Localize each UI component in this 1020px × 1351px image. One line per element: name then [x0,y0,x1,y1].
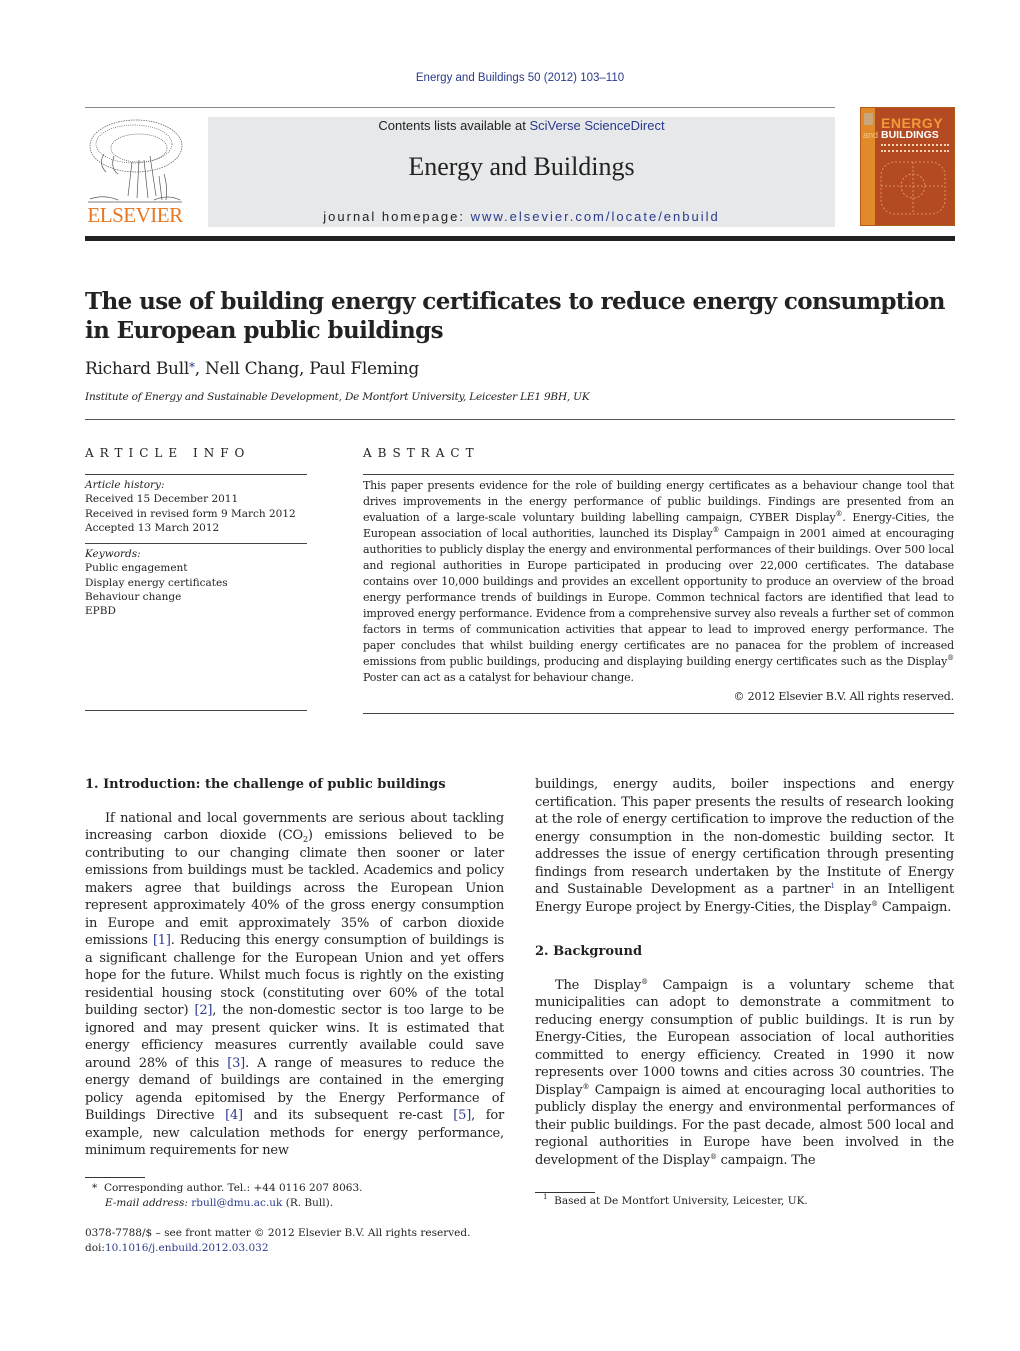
author-name[interactable]: Nell Chang [205,359,299,379]
elsevier-wordmark: ELSEVIER [87,203,183,227]
keywords-title: Keywords: [85,548,141,561]
running-head[interactable]: Energy and Buildings 50 (2012) 103–110 [0,72,1020,84]
journal-homepage-line: journal homepage: www.elsevier.com/locat… [323,209,720,224]
doi-line: doi:10.1016/j.enbuild.2012.03.032 [85,1241,269,1254]
abstract-copyright: © 2012 Elsevier B.V. All rights reserved… [733,690,954,703]
abstract-text: This paper presents evidence for the rol… [363,479,955,684]
article-info-panel: Article history: Received 15 December 20… [85,474,307,711]
email-link[interactable]: rbull@dmu.ac.uk [191,1197,282,1209]
history-item: Accepted 13 March 2012 [85,521,220,534]
affiliation: Institute of Energy and Sustainable Deve… [85,391,590,403]
footnotes-left: * Corresponding author. Tel.: +44 0116 2… [92,1181,362,1210]
keyword-item: Behaviour change [85,591,182,604]
journal-citation-link[interactable]: Energy and Buildings 50 (2012) 103–110 [416,72,624,84]
article-history-title: Article history: [85,479,165,491]
elsevier-tree-icon [88,119,183,203]
citation-link[interactable]: [1] [153,933,171,948]
body-column-left: 1. Introduction: the challenge of public… [85,776,504,1160]
divider [363,713,954,714]
cover-title-buildings: BUILDINGS [881,129,939,141]
abstract-panel: This paper presents evidence for the rol… [363,474,954,714]
header-thick-rule [85,236,955,241]
article-history: Article history: Received 15 December 20… [85,475,307,543]
elsevier-logo[interactable]: ELSEVIER [84,116,186,228]
citation-link[interactable]: [3] [227,1056,245,1071]
divider [85,710,307,711]
abstract-heading: ABSTRACT [363,446,480,460]
header-divider [85,107,835,108]
section-heading-background: 2. Background [535,944,643,959]
contents-available-line: Contents lists available at SciVerse Sci… [378,118,665,133]
history-item: Received 15 December 2011 [85,493,239,506]
author-list: Richard Bull*, Nell Chang, Paul Fleming [85,359,419,379]
cover-publisher-badge [864,113,873,125]
journal-masthead: Contents lists available at SciVerse Sci… [208,117,835,227]
sciencedirect-link[interactable]: SciVerse ScienceDirect [529,118,664,133]
front-matter: 0378-7788/$ – see front matter © 2012 El… [85,1226,470,1255]
cover-subtitle-lines [881,144,949,152]
keyword-item: EPBD [85,605,116,618]
journal-cover-thumbnail[interactable]: ENERGY and BUILDINGS [860,107,955,226]
corresponding-author-note: * Corresponding author. Tel.: +44 0116 2… [92,1182,363,1194]
history-item: Received in revised form 9 March 2012 [85,507,296,520]
author-name[interactable]: Paul Fleming [309,359,419,379]
journal-title: Energy and Buildings [408,152,635,181]
email-note: E-mail address: rbull@dmu.ac.uk (R. Bull… [105,1196,334,1209]
author-name[interactable]: Richard Bull [85,359,189,379]
body-paragraph: buildings, energy audits, boiler inspect… [535,777,954,915]
citation-link[interactable]: [2] [194,1003,212,1018]
front-matter-line: 0378-7788/$ – see front matter © 2012 El… [85,1227,471,1239]
citation-link[interactable]: [5] [453,1108,471,1123]
keyword-item: Public engagement [85,562,188,575]
cover-title-and: and [863,130,879,140]
doi-link[interactable]: 10.1016/j.enbuild.2012.03.032 [105,1242,269,1254]
citation-link[interactable]: [4] [225,1108,243,1123]
keyword-item: Display energy certificates [85,576,228,589]
title-divider [85,419,955,420]
body-column-right: buildings, energy audits, boiler inspect… [535,776,954,1169]
body-paragraph: The Display® Campaign is a voluntary sch… [535,977,954,1168]
footnote-divider [85,1177,145,1178]
cover-blueprint-graphic [880,161,946,215]
journal-homepage-link[interactable]: www.elsevier.com/locate/enbuild [471,209,720,224]
article-info-heading: ARTICLE INFO [85,446,251,460]
body-paragraph: If national and local governments are se… [85,810,505,1159]
section-heading-introduction: 1. Introduction: the challenge of public… [85,777,446,792]
article-title: The use of building energy certificates … [85,288,945,344]
footnote-1: 1 Based at De Montfort University, Leice… [543,1193,808,1208]
keywords: Keywords: Public engagement Display ener… [85,544,307,626]
